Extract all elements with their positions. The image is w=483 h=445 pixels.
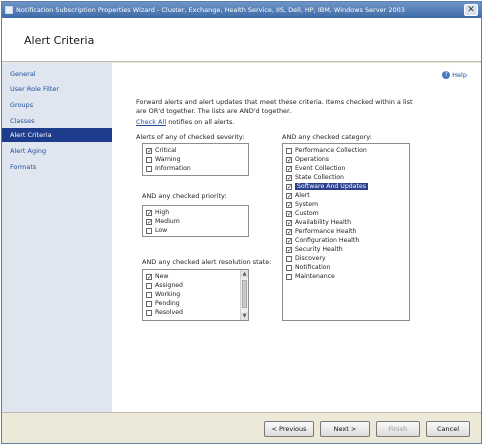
nav-item-groups[interactable]: Groups	[2, 98, 112, 112]
nav-item-general[interactable]: General	[2, 67, 112, 81]
nav-item-alert-criteria[interactable]: Alert Criteria	[2, 128, 112, 142]
severity-information-checkbox[interactable]	[146, 165, 152, 172]
category-checkbox[interactable]	[286, 255, 292, 262]
resolution-state-list: ✓ New Assigned Working Pending Resolved ▲…	[142, 269, 249, 321]
wizard-header: Alert Criteria	[2, 18, 481, 62]
category-item-event-collection[interactable]: ✓ Event Collection	[283, 164, 409, 173]
severity-item-information[interactable]: Information	[143, 164, 248, 173]
help-icon: ?	[442, 71, 451, 79]
category-checkbox[interactable]	[286, 264, 292, 271]
scroll-up-arrow-icon[interactable]: ▲	[241, 270, 248, 278]
nav-item-classes[interactable]: Classes	[2, 114, 112, 128]
priority-label: AND any checked priority:	[142, 192, 227, 200]
resolution-item-assigned[interactable]: Assigned	[143, 281, 248, 290]
category-checkbox[interactable]: ✓	[286, 210, 292, 217]
cancel-button[interactable]: Cancel	[426, 421, 470, 437]
resolution-scrollbar[interactable]: ▲ ▼	[240, 270, 248, 320]
severity-item-critical[interactable]: ✓ Critical	[143, 146, 248, 155]
wizard-footer: < Previous Next > Finish Cancel	[2, 412, 481, 443]
page-title: Alert Criteria	[24, 34, 95, 47]
category-checkbox[interactable]: ✓	[286, 228, 292, 235]
resolution-item-pending[interactable]: Pending	[143, 299, 248, 308]
category-checkbox[interactable]: ✓	[286, 246, 292, 253]
category-item-notification[interactable]: Notification	[283, 263, 409, 272]
category-checkbox[interactable]: ✓	[286, 201, 292, 208]
finish-button[interactable]: Finish	[376, 421, 420, 437]
resolution-item-new[interactable]: ✓ New	[143, 272, 248, 281]
category-checkbox[interactable]	[286, 147, 292, 154]
priority-high-checkbox[interactable]: ✓	[146, 209, 152, 216]
check-all-link[interactable]: Check All	[136, 118, 166, 126]
nav-item-alert-aging[interactable]: Alert Aging	[2, 144, 112, 158]
category-item-maintenance[interactable]: Maintenance	[283, 272, 409, 281]
priority-low-checkbox[interactable]	[146, 227, 152, 234]
category-item-performance-health[interactable]: ✓ Performance Health	[283, 227, 409, 236]
category-checkbox[interactable]: ✓	[286, 219, 292, 226]
category-item-state-collection[interactable]: ✓ State Collection	[283, 173, 409, 182]
category-checkbox[interactable]: ✓	[286, 165, 292, 172]
next-button[interactable]: Next >	[320, 421, 370, 437]
severity-critical-checkbox[interactable]: ✓	[146, 147, 152, 154]
category-item-availability-health[interactable]: ✓ Availability Health	[283, 218, 409, 227]
category-item-software-and-updates[interactable]: ✓ Software And Updates	[283, 182, 409, 191]
category-item-system[interactable]: ✓ System	[283, 200, 409, 209]
category-item-operations[interactable]: ✓ Operations	[283, 155, 409, 164]
window-icon	[5, 6, 13, 14]
category-label: AND any checked category:	[282, 133, 372, 141]
help-label: Help	[452, 71, 467, 79]
category-item-security-health[interactable]: ✓ Security Health	[283, 245, 409, 254]
category-item-alert[interactable]: ✓ Alert	[283, 191, 409, 200]
category-checkbox[interactable]: ✓	[286, 192, 292, 199]
resolution-state-label: AND any checked alert resolution state:	[142, 258, 272, 266]
category-checkbox[interactable]: ✓	[286, 237, 292, 244]
resolution-working-checkbox[interactable]	[146, 291, 152, 298]
check-all-row: Check All notifies on all alerts.	[136, 118, 234, 126]
severity-item-warning[interactable]: Warning	[143, 155, 248, 164]
content-panel: ? Help Forward alerts and alert updates t…	[112, 63, 481, 412]
category-checkbox[interactable]	[286, 273, 292, 280]
resolution-assigned-checkbox[interactable]	[146, 282, 152, 289]
category-item-discovery[interactable]: Discovery	[283, 254, 409, 263]
wizard-window: Notification Subscription Properties Wiz…	[1, 1, 482, 444]
category-list: Performance Collection ✓ Operations ✓ Even…	[282, 143, 410, 321]
criteria-description: Forward alerts and alert updates that me…	[136, 98, 413, 115]
nav-item-formats[interactable]: Formats	[2, 160, 112, 174]
category-item-configuration-health[interactable]: ✓ Configuration Health	[283, 236, 409, 245]
scroll-thumb[interactable]	[242, 280, 247, 308]
priority-item-medium[interactable]: ✓ Medium	[143, 217, 248, 226]
scroll-down-arrow-icon[interactable]: ▼	[241, 312, 248, 320]
category-item-custom[interactable]: ✓ Custom	[283, 209, 409, 218]
severity-warning-checkbox[interactable]	[146, 156, 152, 163]
resolution-pending-checkbox[interactable]	[146, 300, 152, 307]
previous-button[interactable]: < Previous	[264, 421, 314, 437]
wizard-nav: General User Role Filter Groups Classes …	[2, 63, 112, 412]
priority-item-low[interactable]: Low	[143, 226, 248, 235]
resolution-item-working[interactable]: Working	[143, 290, 248, 299]
resolution-new-checkbox[interactable]: ✓	[146, 273, 152, 280]
nav-item-user-role-filter[interactable]: User Role Filter	[2, 82, 112, 96]
close-button[interactable]: ✕	[464, 4, 478, 16]
priority-medium-checkbox[interactable]: ✓	[146, 218, 152, 225]
category-checkbox[interactable]: ✓	[286, 183, 292, 190]
window-title: Notification Subscription Properties Wiz…	[16, 6, 405, 14]
resolution-item-resolved[interactable]: Resolved	[143, 308, 248, 317]
title-bar: Notification Subscription Properties Wiz…	[2, 2, 481, 18]
check-all-suffix: notifies on all alerts.	[166, 118, 235, 126]
severity-label: Alerts of any of checked severity:	[136, 133, 245, 141]
priority-list: ✓ High ✓ Medium Low	[142, 205, 249, 237]
category-item-performance-collection[interactable]: Performance Collection	[283, 146, 409, 155]
priority-item-high[interactable]: ✓ High	[143, 208, 248, 217]
category-checkbox[interactable]: ✓	[286, 156, 292, 163]
resolution-resolved-checkbox[interactable]	[146, 309, 152, 316]
category-checkbox[interactable]: ✓	[286, 174, 292, 181]
help-link[interactable]: ? Help	[442, 71, 467, 79]
severity-list: ✓ Critical Warning Information	[142, 143, 249, 176]
